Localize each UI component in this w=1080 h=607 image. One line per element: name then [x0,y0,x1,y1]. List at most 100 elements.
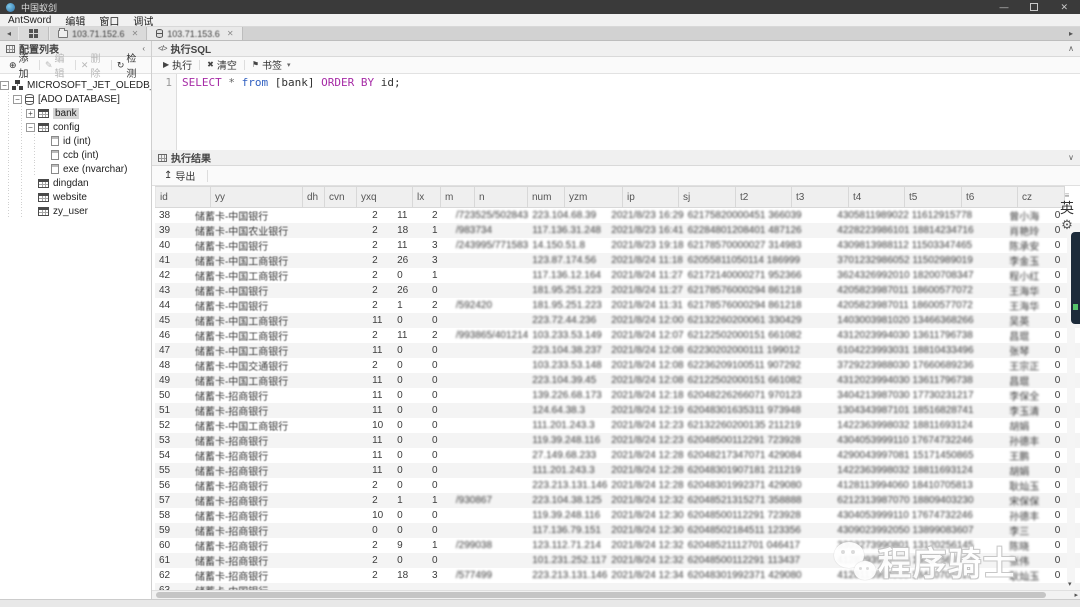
menu-edit[interactable]: 编辑 [65,13,85,28]
table-row[interactable]: 57 储蓄卡-招商银行 2 1 1/930867 223.104.38.125 2021/8… [155,493,1080,509]
sql-header: </> 执行SQL ∧ [152,41,1080,57]
table-cell: 11 [397,330,408,342]
bookmark-button[interactable]: ⚑ 书签 ▾ [245,57,298,72]
table-row[interactable]: 41 储蓄卡-中国工商银行 2 26 3 123.87.174.56 2021/8/24 1… [155,253,1080,269]
ime-handle-icon[interactable]: ≡ [1056,192,1078,200]
table-row[interactable]: 45 储蓄卡-中国工商银行 11 0 0 223.72.44.236 2021/8/24 1… [155,313,1080,329]
column-header[interactable]: t4 [848,186,905,209]
table-cell [302,328,321,343]
tree-item[interactable]: website [0,190,151,204]
sql-code-line[interactable]: SELECT * from [bank] ORDER BY id; [177,74,401,150]
menu-window[interactable]: 窗口 [99,13,119,28]
expander-icon[interactable]: − [0,80,9,90]
table-row[interactable]: 52 储蓄卡-中国工商银行 10 0 0 111.201.243.3 2021/8/24 1… [155,418,1080,433]
table-cell: 4304053999110 17674732246 [837,435,973,447]
column-header[interactable]: t3 [791,186,849,209]
table-cell [802,268,834,283]
maximize-button[interactable] [1030,3,1039,11]
column-header[interactable]: m [440,186,475,209]
menu-debug[interactable]: 调试 [133,13,153,28]
tree-item[interactable]: id (int) [0,134,151,148]
table-row[interactable]: 55 储蓄卡-招商银行 11 0 0 111.201.243.3 2021/8/24 12:… [155,463,1080,479]
table-row[interactable]: 39 储蓄卡-中国农业银行 2 18 1/983734 117.136.31.248 202… [155,223,1080,239]
table-cell: 6104223993031 18810433496 [837,345,974,357]
table-cell [320,403,351,418]
table-row[interactable]: 58 储蓄卡-招商银行 10 0 0 119.39.248.116 2021/8/24 12… [155,508,1080,523]
column-header[interactable]: id [155,186,211,209]
table-cell [352,523,369,538]
ime-language-toggle[interactable]: 英 [1056,199,1078,217]
column-header[interactable]: ip [622,186,679,209]
column-header[interactable]: t5 [904,186,962,209]
run-button[interactable]: ▶ 执行 [156,57,199,72]
code-icon: </> [158,44,168,53]
table-cell: 223.104.68.39 [532,210,597,222]
side-dock-pill[interactable] [1071,232,1080,324]
close-button[interactable]: ✕ [1060,2,1068,12]
expander-icon[interactable]: + [26,108,35,118]
tab-scroll-right[interactable]: ▸ [1062,27,1080,40]
menu-antsword[interactable]: AntSword [8,15,51,26]
table-row[interactable]: 43 储蓄卡-中国银行 2 26 0 181.95.251.223 2021/8/24 11… [155,283,1080,299]
column-header[interactable]: n [474,186,528,209]
column-header[interactable]: lx [412,186,441,209]
tab-shell-1[interactable]: 103.71.152.6 ✕ [49,27,148,40]
table-row[interactable]: 48 储蓄卡-中国交通银行 2 0 0 103.233.53.148 2021/8/24 1… [155,358,1080,373]
scroll-down-arrow[interactable]: ▾ [1068,580,1072,588]
column-header[interactable]: dh [302,186,325,209]
tree-item[interactable]: − config [0,120,151,134]
tab-shell-2[interactable]: 103.71.153.6 ✕ [147,27,243,40]
tree-item[interactable]: dingdan [0,176,151,190]
clear-button[interactable]: ✖ 清空 [200,57,244,72]
table-row[interactable]: 42 储蓄卡-中国工商银行 2 0 1 117.136.12.164 2021/8/24 1… [155,268,1080,283]
table-cell [802,508,834,523]
tree-item[interactable]: ccb (int) [0,148,151,162]
table-row[interactable]: 46 储蓄卡-中国工商银行 2 11 2/993865/401214 103.233.53… [155,328,1080,343]
table-row[interactable]: 47 储蓄卡-中国工商银行 11 0 0 223.104.38.237 2021/8/24 … [155,343,1080,359]
column-header[interactable]: sj [678,186,736,209]
collapse-sql-icon[interactable]: ∧ [1068,44,1074,53]
column-header[interactable]: yxq [356,186,413,209]
tree-item[interactable]: − MICROSOFT_JET_OLEDB_4_0 [0,78,151,92]
column-header[interactable]: num [527,186,565,209]
horizontal-scrollbar[interactable]: ▸ [152,590,1080,599]
scroll-right-arrow[interactable]: ▸ [1074,591,1078,599]
table-cell: 51 [159,405,171,417]
column-header[interactable]: yzm [564,186,623,209]
export-button[interactable]: ↥ 导出 [158,168,201,183]
tree-item[interactable]: + bank [0,106,151,120]
tab-close-icon[interactable]: ✕ [132,29,139,38]
expander-icon[interactable]: − [13,94,22,104]
column-header[interactable]: yy [210,186,303,209]
gear-icon[interactable]: ⚙ [1056,217,1078,233]
table-cell: 2021/8/23 16:29 [611,210,684,222]
tab-close-icon[interactable]: ✕ [227,29,234,38]
table-row[interactable]: 56 储蓄卡-招商银行 2 0 0 223.213.131.146 2021/8/24 12… [155,478,1080,493]
tab-scroll-left[interactable]: ◂ [0,27,18,40]
table-row[interactable]: 49 储蓄卡-中国工商银行 11 0 0 223.104.39.45 2021/8/24 1… [155,373,1080,389]
table-row[interactable]: 54 储蓄卡-招商银行 11 0 0 27.149.68.233 2021/8/24 12:… [155,448,1080,463]
table-cell [974,433,1006,448]
column-header[interactable]: t2 [735,186,792,209]
sql-editor[interactable]: 1 SELECT * from [bank] ORDER BY id; [152,73,1080,151]
table-cell: 62048217347071 429084 [687,450,802,462]
table-row[interactable]: 50 储蓄卡-招商银行 11 0 0 139.226.68.173 2021/8/24 12… [155,388,1080,403]
column-header[interactable]: cvn [324,186,357,209]
table-cell [974,313,1006,328]
table-row[interactable]: 38 储蓄卡-中国银行 2 11 2/723525/502843 223.104.68.3… [155,208,1080,223]
scrollbar-thumb[interactable] [156,592,1046,599]
collapse-results-icon[interactable]: ∨ [1068,153,1074,162]
tree-item[interactable]: exe (nvarchar) [0,162,151,176]
column-header[interactable]: t6 [961,186,1018,209]
table-row[interactable]: 44 储蓄卡-中国银行 2 1 2/592420 181.95.251.223 2021/8… [155,298,1080,313]
tree-item[interactable]: zy_user [0,204,151,218]
tree-item[interactable]: − [ADO DATABASE] [0,92,151,106]
table-row[interactable]: 59 储蓄卡-招商银行 0 0 0 117.136.79.151 2021/8/24 12:… [155,523,1080,539]
table-row[interactable]: 53 储蓄卡-招商银行 11 0 0 119.39.248.116 2021/8/24 12… [155,433,1080,449]
table-row[interactable]: 40 储蓄卡-中国银行 2 11 3/243995/771583 14.150.51.8 2… [155,238,1080,253]
table-row[interactable]: 51 储蓄卡-招商银行 11 0 0 124.64.38.3 2021/8/24 12:19… [155,403,1080,419]
tab-home[interactable] [18,27,49,40]
expander-icon[interactable]: − [26,122,35,132]
minimize-button[interactable]: — [999,2,1008,12]
table-cell: 11 [372,435,383,447]
